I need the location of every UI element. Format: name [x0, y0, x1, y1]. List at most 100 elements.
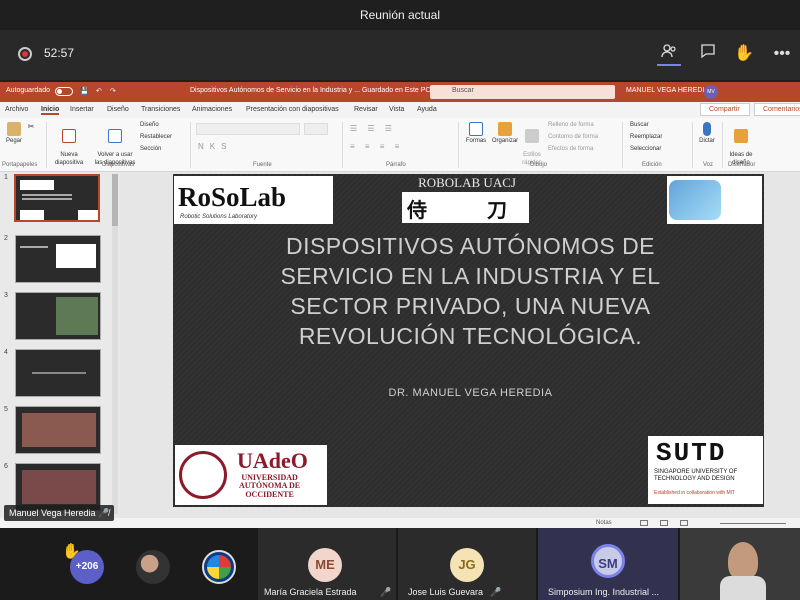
- slide-sorter-icon[interactable]: [660, 520, 668, 526]
- slide-thumbnail-5[interactable]: [15, 406, 101, 454]
- group-diapositivas: Diapositivas: [102, 162, 135, 168]
- tab-revisar[interactable]: Revisar: [354, 106, 378, 113]
- participant-name: María Graciela Estrada: [264, 587, 357, 597]
- participant-video: [728, 542, 758, 580]
- list-buttons[interactable]: ☰ ☰ ☰: [350, 124, 396, 134]
- thumbnails-scrollbar[interactable]: [112, 174, 118, 514]
- shape-effects-button[interactable]: Efectos de forma: [548, 146, 593, 153]
- layout-label: Diseño: [140, 122, 159, 128]
- current-slide[interactable]: RoSoLab Robotic Solutions Laboratory ROB…: [173, 174, 764, 507]
- chat-icon[interactable]: [696, 42, 720, 66]
- shapes-button[interactable]: Formas: [462, 122, 490, 145]
- layout-button[interactable]: Diseño: [140, 122, 159, 129]
- thumbnail-number: 6: [4, 463, 8, 470]
- reuse-slides-button[interactable]: Volver a usar las diapositivas: [92, 122, 138, 167]
- participant-photo-avatar[interactable]: [136, 550, 170, 584]
- participant-avatar: ME: [308, 548, 342, 582]
- mic-muted-icon: 🎤: [380, 587, 392, 597]
- participants-overflow-tile: ✋ +206: [0, 528, 258, 600]
- user-avatar[interactable]: MV: [704, 85, 718, 99]
- font-format-buttons[interactable]: NKS: [198, 142, 232, 152]
- slide-thumbnail-3[interactable]: [15, 292, 101, 340]
- participant-avatar: JG: [450, 548, 484, 582]
- participants-icon[interactable]: [657, 42, 681, 66]
- tab-presentacion[interactable]: Presentación con diapositivas: [246, 106, 339, 113]
- participant-tile[interactable]: SM Simposium Ing. Industrial ...: [538, 528, 678, 600]
- dictate-button[interactable]: Dictar: [696, 122, 718, 145]
- share-button[interactable]: Compartir: [700, 103, 750, 116]
- user-name: MANUEL VEGA HEREDIA: [626, 87, 709, 94]
- comments-button[interactable]: Comentarios: [754, 103, 800, 116]
- tab-vista[interactable]: Vista: [389, 106, 404, 113]
- ribbon-tabs: Archivo Inicio Insertar Diseño Transicio…: [0, 102, 800, 118]
- search-box[interactable]: Buscar: [430, 85, 615, 99]
- institution-avatar[interactable]: [202, 550, 236, 584]
- shape-outline-button[interactable]: Contorno de forma: [548, 134, 598, 141]
- overflow-count[interactable]: +206: [70, 550, 104, 584]
- participant-tile[interactable]: ME María Graciela Estrada 🎤: [258, 528, 396, 600]
- raise-hand-icon[interactable]: ✋: [732, 42, 756, 66]
- shape-fill-button[interactable]: Relleno de forma: [548, 122, 594, 129]
- select-button[interactable]: Seleccionar: [630, 146, 661, 153]
- font-family-select[interactable]: [196, 123, 300, 135]
- meeting-title: Reunión actual: [0, 0, 800, 30]
- autosave-toggle[interactable]: [55, 87, 73, 96]
- designer-button[interactable]: Ideas de diseño: [726, 122, 756, 167]
- sutd-logo: SUTD SINGAPORE UNIVERSITY OF TECHNOLOGY …: [648, 436, 763, 504]
- robolab-logo: 侍 刀: [402, 192, 529, 223]
- slide-thumbnail-1[interactable]: [14, 174, 100, 222]
- undo-icon[interactable]: ↶: [96, 87, 102, 95]
- cut-icon[interactable]: ✂: [26, 122, 36, 132]
- normal-view-icon[interactable]: [640, 520, 648, 526]
- tab-inicio[interactable]: Inicio: [41, 106, 60, 115]
- ppt-titlebar: Autoguardado 💾 ↶ ↷ Dispositivos Autónomo…: [0, 82, 800, 102]
- arrange-button[interactable]: Organizar: [490, 122, 520, 145]
- tab-archivo[interactable]: Archivo: [5, 106, 28, 113]
- presenter-name-tag: Manuel Vega Heredia 🎤̸: [4, 505, 115, 521]
- tab-diseno[interactable]: Diseño: [107, 106, 129, 113]
- save-icon[interactable]: 💾: [80, 87, 89, 95]
- paste-label: Pegar: [5, 138, 22, 144]
- sutd-wordmark: SUTD: [656, 438, 727, 468]
- tab-ayuda[interactable]: Ayuda: [417, 106, 437, 113]
- section-button[interactable]: Sección: [140, 146, 161, 153]
- shape-outline-label: Contorno de forma: [548, 134, 599, 140]
- participant-video-tile[interactable]: [680, 528, 800, 600]
- notes-button[interactable]: Notas: [596, 520, 612, 526]
- slide-title[interactable]: DISPOSITIVOS AUTÓNOMOS DE SERVICIO EN LA…: [233, 232, 708, 352]
- thumbnail-number: 1: [4, 174, 8, 181]
- reset-button[interactable]: Restablecer: [140, 134, 172, 141]
- find-button[interactable]: Buscar: [630, 122, 649, 129]
- paste-button[interactable]: Pegar: [4, 122, 24, 145]
- find-label: Buscar: [630, 122, 649, 128]
- replace-label: Reemplazar: [630, 134, 663, 140]
- participant-tile[interactable]: JG Jose Luis Guevara 🎤: [398, 528, 536, 600]
- slide-thumbnail-4[interactable]: [15, 349, 101, 397]
- slide-thumbnail-2[interactable]: [15, 235, 101, 283]
- robolab-title: ROBOLAB UACJ: [418, 175, 516, 190]
- more-options-icon[interactable]: •••: [770, 42, 794, 66]
- rosolab-logo: RoSoLab Robotic Solutions Laboratory: [174, 176, 333, 224]
- align-buttons[interactable]: ≡ ≡ ≡ ≡: [350, 142, 403, 152]
- participants-strip: ✋ +206 ME María Graciela Estrada 🎤 JG Jo…: [0, 528, 800, 600]
- font-size-select[interactable]: [304, 123, 328, 135]
- tab-insertar[interactable]: Insertar: [70, 106, 94, 113]
- scrollbar-thumb[interactable]: [112, 174, 118, 226]
- rone-robot-icon: [669, 180, 721, 220]
- slide-author[interactable]: DR. MANUEL VEGA HEREDIA: [233, 387, 708, 399]
- slide-thumbnails-panel: 1 2 3 4 5 6: [0, 172, 120, 518]
- rone-logo: [667, 176, 762, 224]
- quick-styles-button[interactable]: Estilos rápidos: [520, 122, 544, 167]
- new-slide-button[interactable]: Nueva diapositiva: [50, 122, 88, 167]
- tab-transiciones[interactable]: Transiciones: [141, 106, 180, 113]
- dictate-label: Dictar: [699, 138, 715, 144]
- reading-view-icon[interactable]: [680, 520, 688, 526]
- redo-icon[interactable]: ↷: [110, 87, 116, 95]
- select-label: Seleccionar: [630, 146, 662, 152]
- reuse-slides-icon: [108, 129, 122, 144]
- zoom-slider[interactable]: [720, 523, 786, 524]
- reset-label: Restablecer: [140, 134, 173, 140]
- replace-button[interactable]: Reemplazar: [630, 134, 662, 141]
- tab-animaciones[interactable]: Animaciones: [192, 106, 232, 113]
- slide-thumbnail-6[interactable]: [15, 463, 101, 511]
